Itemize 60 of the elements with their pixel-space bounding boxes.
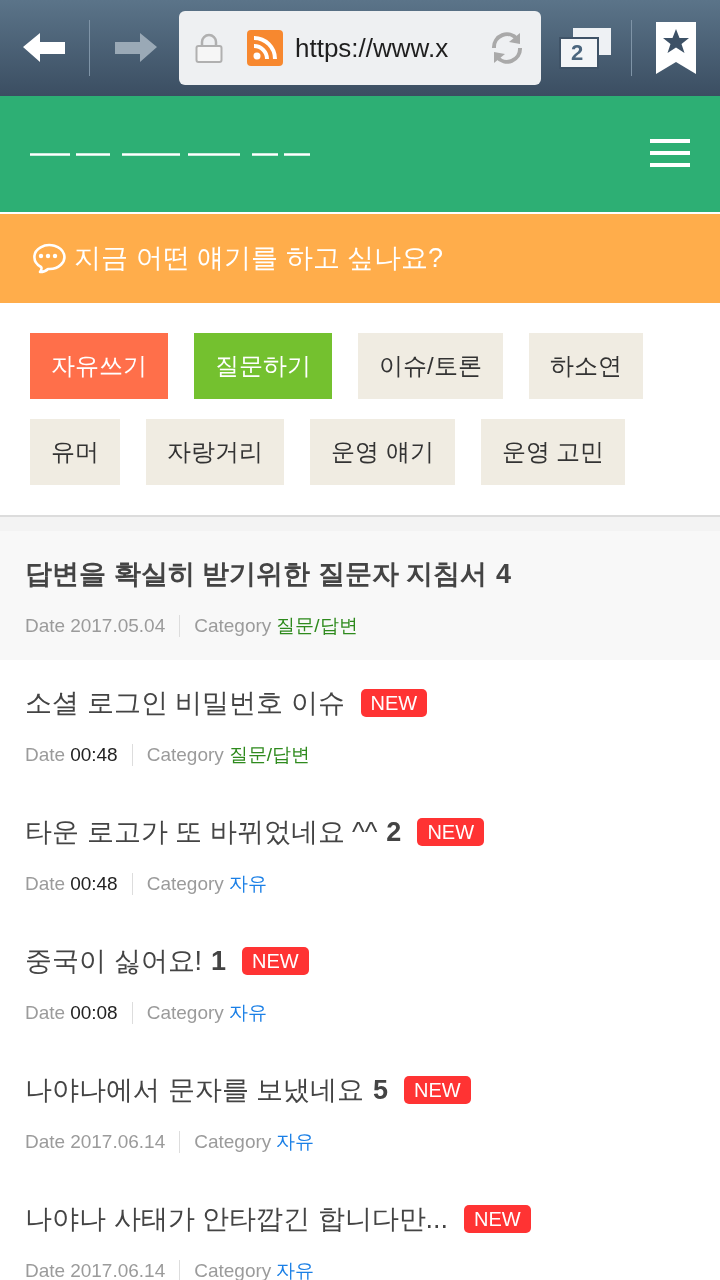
date-value: 00:48	[70, 742, 118, 767]
new-badge: NEW	[464, 1205, 531, 1233]
category-link[interactable]: 자유	[228, 998, 267, 1028]
date-label: Date	[25, 1258, 66, 1280]
url-text: https://www.x	[295, 35, 449, 61]
category-button[interactable]: 자랑거리	[146, 419, 284, 485]
category-link[interactable]: 자유	[276, 1256, 315, 1280]
category-label: Category	[146, 742, 224, 767]
category-label: Category	[146, 1000, 224, 1025]
reload-icon[interactable]	[489, 30, 525, 66]
comment-count: 5	[373, 1074, 389, 1107]
category-button[interactable]: 이슈/토론	[358, 333, 503, 399]
post-title: 나야나 사태가 안타깝긴 합니다만...	[25, 1203, 448, 1236]
post-title: 타운 로고가 또 바뀌었네요 ^^	[25, 816, 378, 849]
lock-icon	[195, 33, 223, 63]
category-label: Category	[194, 613, 272, 638]
stacked-windows-icon	[559, 27, 613, 69]
category-button[interactable]: 운영 얘기	[310, 419, 455, 485]
new-badge: NEW	[404, 1076, 471, 1104]
category-button[interactable]: 유머	[30, 419, 120, 485]
comment-count: 2	[386, 816, 402, 849]
date-value: 2017.06.14	[70, 1258, 166, 1280]
date-label: Date	[25, 1129, 66, 1154]
date-value: 2017.06.14	[70, 1129, 166, 1154]
new-badge: NEW	[417, 818, 485, 846]
category-button[interactable]: 하소연	[528, 333, 643, 399]
tabs-button[interactable]: 2	[541, 18, 631, 78]
menu-button[interactable]	[650, 139, 690, 169]
category-link[interactable]: 자유	[228, 869, 267, 899]
banner-text: 지금 어떤 얘기를 하고 싶나요?	[74, 242, 444, 276]
post-title: 답변을 확실히 받기위한 질문자 지침서	[25, 558, 487, 591]
date-value: 00:48	[70, 871, 118, 896]
new-badge: NEW	[360, 689, 428, 717]
address-bar[interactable]: https://www.x	[179, 11, 541, 85]
post-title: 나야나에서 문자를 보냈네요	[25, 1074, 364, 1107]
date-label: Date	[25, 613, 66, 638]
category-link[interactable]: 질문/답변	[276, 611, 358, 641]
date-label: Date	[25, 1000, 66, 1025]
category-label: Category	[194, 1258, 272, 1280]
bookmark-star-icon	[656, 22, 696, 74]
date-label: Date	[25, 871, 66, 896]
comment-count: 4	[496, 558, 512, 591]
category-link[interactable]: 질문/답변	[228, 740, 311, 770]
new-badge: NEW	[242, 947, 309, 975]
back-arrow-icon	[22, 32, 67, 64]
category-label: Category	[194, 1129, 272, 1154]
category-label: Category	[146, 871, 224, 896]
post-title: 소셜 로그인 비밀번호 이슈	[25, 687, 345, 720]
notice-post-row[interactable]: 답변을 확실히 받기위한 질문자 지침서 4 Date 2017.05.04 Category 질문/답변	[0, 531, 720, 660]
category-button[interactable]: 운영 고민	[480, 419, 626, 485]
date-value: 00:08	[70, 1000, 118, 1025]
comment-count: 1	[211, 945, 227, 978]
forward-arrow-icon	[112, 32, 157, 64]
post-title: 중국이 싫어요!	[25, 945, 202, 978]
rss-icon	[247, 30, 283, 66]
chat-bubble-icon	[30, 241, 66, 276]
date-label: Date	[25, 742, 66, 767]
date-value: 2017.05.04	[70, 613, 166, 638]
category-link[interactable]: 자유	[276, 1127, 315, 1157]
menu-icon	[650, 139, 690, 169]
